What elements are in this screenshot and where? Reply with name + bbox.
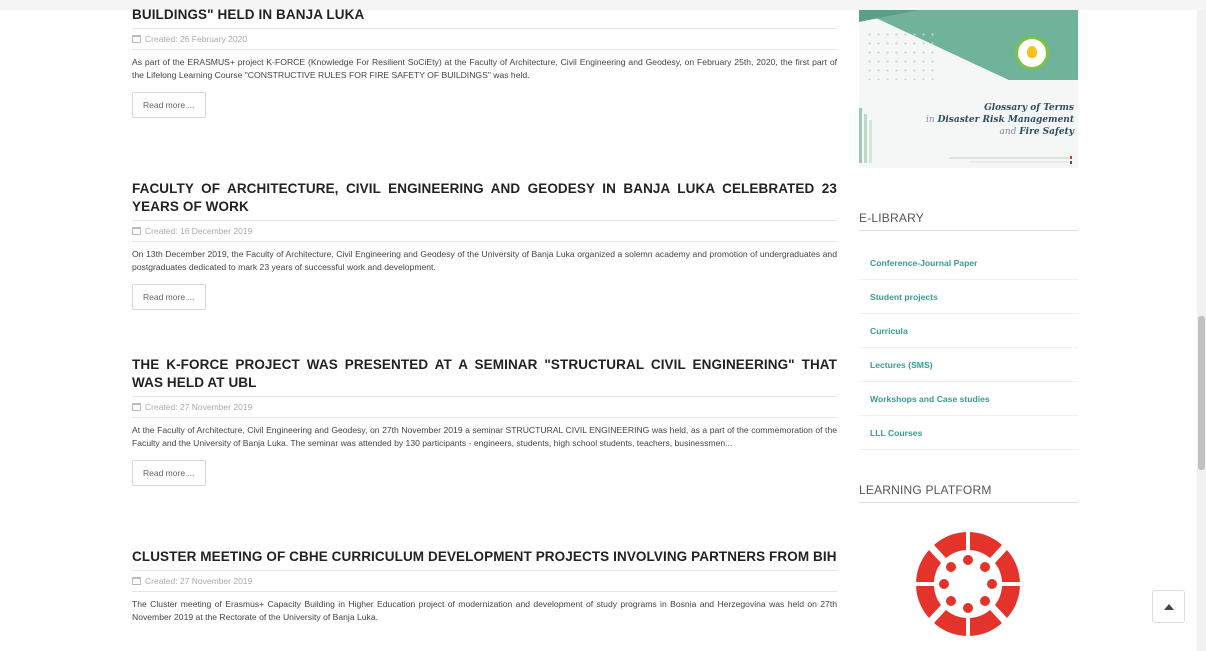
learning-platform-heading: LEARNING PLATFORM bbox=[859, 483, 1078, 503]
calendar-icon bbox=[132, 403, 141, 411]
article-title[interactable]: CLUSTER MEETING OF CBHE CURRICULUM DEVEL… bbox=[132, 548, 837, 566]
article-item: FACULTY OF ARCHITECTURE, CIVIL ENGINEERI… bbox=[132, 180, 837, 310]
article-item: THE K-FORCE PROJECT WAS PRESENTED AT A S… bbox=[132, 356, 837, 486]
calendar-icon bbox=[132, 35, 141, 43]
canvas-logo[interactable] bbox=[914, 530, 1022, 638]
article-meta: Created: 27 November 2019 bbox=[132, 570, 837, 592]
article-intro: As part of the ERASMUS+ project K-FORCE … bbox=[132, 57, 837, 80]
calendar-icon bbox=[132, 577, 141, 585]
article-meta: Created: 26 February 2020 bbox=[132, 28, 837, 50]
elibrary-item[interactable]: Conference-Journal Paper bbox=[859, 246, 1078, 280]
article-item: BUILDINGS" HELD IN BANJA LUKA Created: 2… bbox=[132, 6, 837, 118]
article-intro: On 13th December 2019, the Faculty of Ar… bbox=[132, 249, 837, 272]
banner-line2-main: Disaster Risk Management bbox=[937, 115, 1074, 125]
elibrary-item[interactable]: Student projects bbox=[859, 280, 1078, 314]
article-intro: The Cluster meeting of Erasmus+ Capacity… bbox=[132, 599, 837, 622]
article-title[interactable]: THE K-FORCE PROJECT WAS PRESENTED AT A S… bbox=[132, 356, 837, 392]
banner-line3: and Fire Safety bbox=[926, 126, 1074, 138]
banner-dots bbox=[865, 30, 935, 80]
back-to-top-button[interactable] bbox=[1152, 590, 1185, 623]
read-more-button[interactable]: Read more ... bbox=[132, 460, 206, 486]
arrow-up-icon bbox=[1163, 603, 1174, 610]
elibrary-item[interactable]: Lectures (SMS) bbox=[859, 348, 1078, 382]
article-title[interactable]: FACULTY OF ARCHITECTURE, CIVIL ENGINEERI… bbox=[132, 180, 837, 216]
created-date: Created: 16 December 2019 bbox=[145, 226, 253, 236]
article-title[interactable]: BUILDINGS" HELD IN BANJA LUKA bbox=[132, 6, 837, 24]
elibrary-item[interactable]: LLL Courses bbox=[859, 416, 1078, 450]
article-intro: At the Faculty of Architecture, Civil En… bbox=[132, 425, 837, 448]
banner-line1: Glossary of Terms bbox=[984, 103, 1074, 113]
elibrary-heading: E-LIBRARY bbox=[859, 211, 1078, 231]
banner-line3-main: Fire Safety bbox=[1019, 127, 1074, 137]
scrollbar[interactable] bbox=[1197, 10, 1206, 651]
created-date: Created: 27 November 2019 bbox=[145, 402, 253, 412]
banner-line2: in Disaster Risk Management bbox=[926, 114, 1074, 126]
created-date: Created: 27 November 2019 bbox=[145, 576, 253, 586]
read-more-button[interactable]: Read more ... bbox=[132, 92, 206, 118]
article-meta: Created: 27 November 2019 bbox=[132, 396, 837, 418]
calendar-icon bbox=[132, 227, 141, 235]
scrollbar-thumb[interactable] bbox=[1198, 316, 1205, 470]
article-meta: Created: 16 December 2019 bbox=[132, 220, 837, 242]
elibrary-item[interactable]: Curricula bbox=[859, 314, 1078, 348]
banner-caption: Glossary of Terms in Disaster Risk Manag… bbox=[926, 102, 1074, 138]
banner-line2-prefix: in bbox=[926, 115, 938, 125]
created-date: Created: 26 February 2020 bbox=[145, 34, 248, 44]
elibrary-list: Conference-Journal Paper Student project… bbox=[859, 246, 1078, 450]
elibrary-item[interactable]: Workshops and Case studies bbox=[859, 382, 1078, 416]
glossary-banner[interactable]: Glossary of Terms in Disaster Risk Manag… bbox=[859, 10, 1078, 168]
article-item: CLUSTER MEETING OF CBHE CURRICULUM DEVEL… bbox=[132, 548, 837, 624]
banner-line3-prefix: and bbox=[999, 127, 1020, 137]
read-more-button[interactable]: Read more ... bbox=[132, 284, 206, 310]
lightbulb-icon bbox=[1015, 36, 1049, 70]
